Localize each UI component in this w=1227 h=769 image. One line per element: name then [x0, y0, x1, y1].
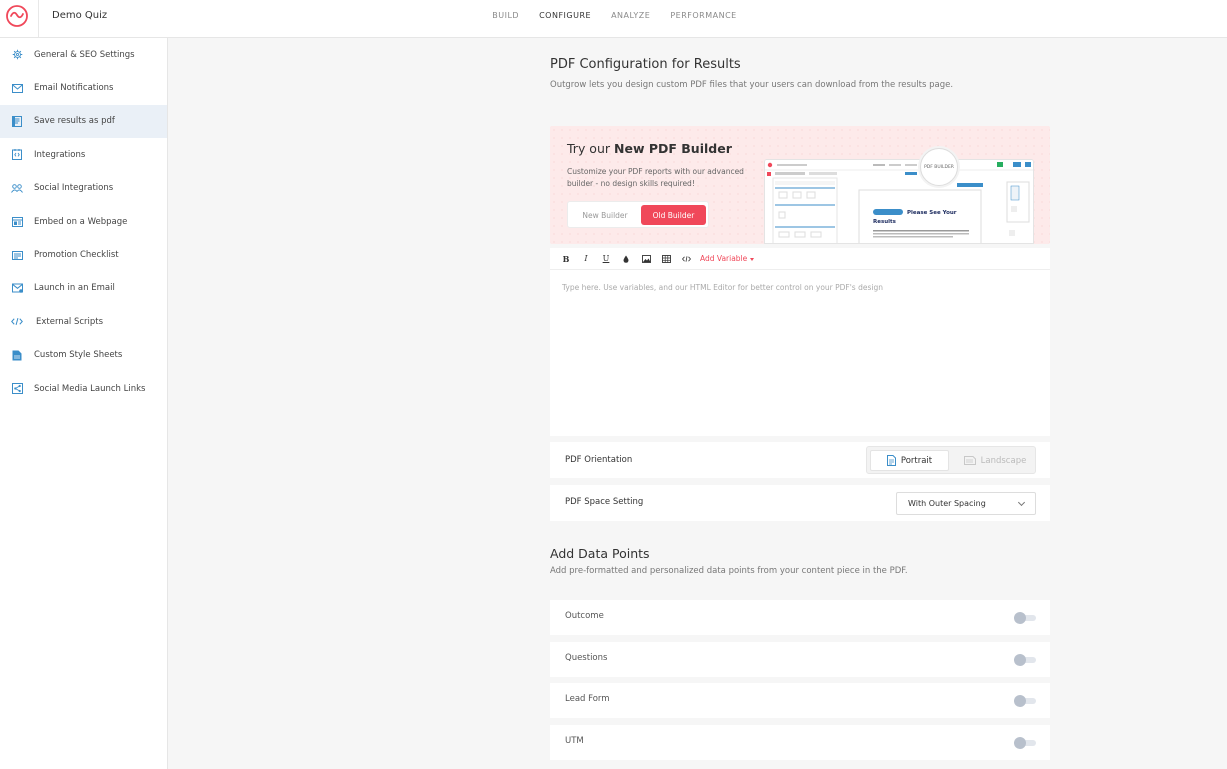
sidebar-item-integrations[interactable]: Integrations	[0, 138, 167, 171]
orientation-toggle: Portrait Landscape	[866, 446, 1036, 474]
embed-icon	[11, 216, 23, 228]
pdf-space-select[interactable]: With Outer Spacing	[896, 492, 1036, 515]
sidebar-item-social-integrations[interactable]: Social Integrations	[0, 172, 167, 205]
data-point-row-utm: UTM	[550, 725, 1050, 760]
sidebar-item-general-seo[interactable]: General & SEO Settings	[0, 38, 167, 71]
page-title: PDF Configuration for Results	[550, 57, 741, 72]
pdf-space-row: PDF Space Setting With Outer Spacing	[550, 485, 1050, 521]
envelope-icon	[11, 82, 23, 94]
sidebar-item-social-launch-links[interactable]: Social Media Launch Links	[0, 372, 167, 405]
integration-icon	[11, 149, 23, 161]
italic-button[interactable]: I	[576, 252, 596, 266]
sidebar-item-label: Launch in an Email	[34, 283, 115, 294]
promo-title-prefix: Try our	[567, 141, 614, 156]
preview-heading-text-2: Results	[873, 219, 897, 225]
chevron-down-icon	[1017, 498, 1026, 507]
tab-build[interactable]: BUILD	[492, 11, 519, 20]
add-variable-dropdown[interactable]: Add Variable	[700, 254, 755, 263]
mail-launch-icon	[11, 282, 23, 294]
sidebar-item-external-scripts[interactable]: External Scripts	[0, 305, 167, 338]
pdf-builder-preview-image: Please See Your Results	[764, 159, 1034, 244]
preview-heading-text: Please See Your	[907, 210, 957, 216]
landscape-doc-icon	[963, 456, 976, 465]
data-point-label: Lead Form	[565, 694, 610, 704]
sidebar-item-promotion-checklist[interactable]: Promotion Checklist	[0, 238, 167, 271]
tab-configure[interactable]: CONFIGURE	[539, 11, 591, 20]
tab-analyze[interactable]: ANALYZE	[611, 11, 650, 20]
table-icon[interactable]	[656, 252, 676, 266]
data-point-row-questions: Questions	[550, 642, 1050, 677]
promo-title: Try our New PDF Builder	[567, 141, 732, 156]
checklist-icon	[11, 249, 23, 261]
utm-toggle[interactable]	[1014, 737, 1036, 749]
data-points-subtitle: Add pre-formatted and personalized data …	[550, 566, 908, 576]
image-icon[interactable]	[636, 252, 656, 266]
outcome-toggle[interactable]	[1014, 612, 1036, 624]
code-icon	[11, 316, 23, 328]
sidebar-item-label: General & SEO Settings	[34, 49, 135, 60]
builder-toggle: New Builder Old Builder	[567, 201, 709, 228]
people-icon	[11, 182, 23, 194]
toggle-knob	[1014, 654, 1026, 666]
top-bar: Demo Quiz BUILD CONFIGURE ANALYZE PERFOR…	[0, 0, 1227, 38]
portrait-doc-icon	[886, 455, 896, 466]
promo-description: Customize your PDF reports with our adva…	[567, 167, 744, 188]
sidebar-item-label: Social Integrations	[34, 183, 114, 194]
lead-form-toggle[interactable]	[1014, 695, 1036, 707]
data-point-label: UTM	[565, 736, 584, 746]
main-nav: BUILD CONFIGURE ANALYZE PERFORMANCE	[0, 11, 1227, 20]
add-variable-label: Add Variable	[700, 254, 748, 263]
sidebar-item-label: External Scripts	[36, 316, 104, 327]
sidebar-item-label: Save results as pdf	[34, 116, 115, 127]
sidebar-item-label: Social Media Launch Links	[34, 383, 146, 394]
gear-icon	[11, 49, 23, 61]
portrait-label: Portrait	[900, 455, 933, 466]
data-point-label: Outcome	[565, 611, 604, 621]
sidebar-item-label: Embed on a Webpage	[34, 216, 128, 227]
new-builder-button[interactable]: New Builder	[572, 206, 638, 224]
stylesheet-icon	[11, 349, 23, 361]
sidebar-item-embed-webpage[interactable]: Embed on a Webpage	[0, 205, 167, 238]
underline-button[interactable]: U	[596, 252, 616, 266]
sidebar-item-label: Promotion Checklist	[34, 250, 119, 261]
sidebar-item-email-notifications[interactable]: Email Notifications	[0, 71, 167, 104]
sidebar-item-label: Integrations	[34, 149, 86, 160]
landscape-option[interactable]: Landscape	[957, 450, 1033, 471]
pdf-editor: B I U Add Variable Type here. Use variab…	[550, 248, 1050, 436]
sidebar-item-launch-email[interactable]: Launch in an Email	[0, 272, 167, 305]
editor-text-area[interactable]: Type here. Use variables, and our HTML E…	[550, 270, 1050, 436]
share-icon	[11, 383, 23, 395]
pdf-builder-promo: Try our New PDF Builder Customize your P…	[550, 126, 1050, 244]
sidebar-item-custom-style-sheets[interactable]: Custom Style Sheets	[0, 339, 167, 372]
toggle-knob	[1014, 695, 1026, 707]
sidebar-item-label: Email Notifications	[34, 83, 114, 94]
sidebar-item-label: Custom Style Sheets	[34, 350, 123, 361]
pdf-orientation-label: PDF Orientation	[565, 455, 633, 465]
color-drop-icon[interactable]	[616, 252, 636, 266]
tab-performance[interactable]: PERFORMANCE	[670, 11, 736, 20]
html-code-icon[interactable]	[676, 252, 696, 266]
pdf-space-label: PDF Space Setting	[565, 497, 644, 507]
data-point-row-lead-form: Lead Form	[550, 683, 1050, 718]
bold-button[interactable]: B	[556, 252, 576, 266]
data-point-row-outcome: Outcome	[550, 600, 1050, 635]
page-subtitle: Outgrow lets you design custom PDF files…	[550, 80, 954, 90]
pdf-orientation-row: PDF Orientation Portrait Landscape	[550, 442, 1050, 478]
sidebar-item-save-pdf[interactable]: Save results as pdf	[0, 104, 167, 139]
pdf-icon	[11, 115, 23, 127]
caret-down-icon	[750, 257, 755, 261]
pdf-space-value: With Outer Spacing	[908, 499, 986, 508]
toggle-knob	[1014, 737, 1026, 749]
pdf-builder-badge: PDF BUILDER	[920, 148, 958, 186]
promo-title-bold: New PDF Builder	[614, 141, 732, 156]
data-point-label: Questions	[565, 653, 608, 663]
editor-toolbar: B I U Add Variable	[550, 248, 1050, 270]
toggle-knob	[1014, 612, 1026, 624]
sidebar: General & SEO Settings Email Notificatio…	[0, 38, 168, 769]
data-points-title: Add Data Points	[550, 546, 650, 561]
old-builder-button[interactable]: Old Builder	[641, 205, 706, 225]
questions-toggle[interactable]	[1014, 654, 1036, 666]
landscape-label: Landscape	[980, 455, 1027, 466]
portrait-option[interactable]: Portrait	[870, 450, 949, 471]
